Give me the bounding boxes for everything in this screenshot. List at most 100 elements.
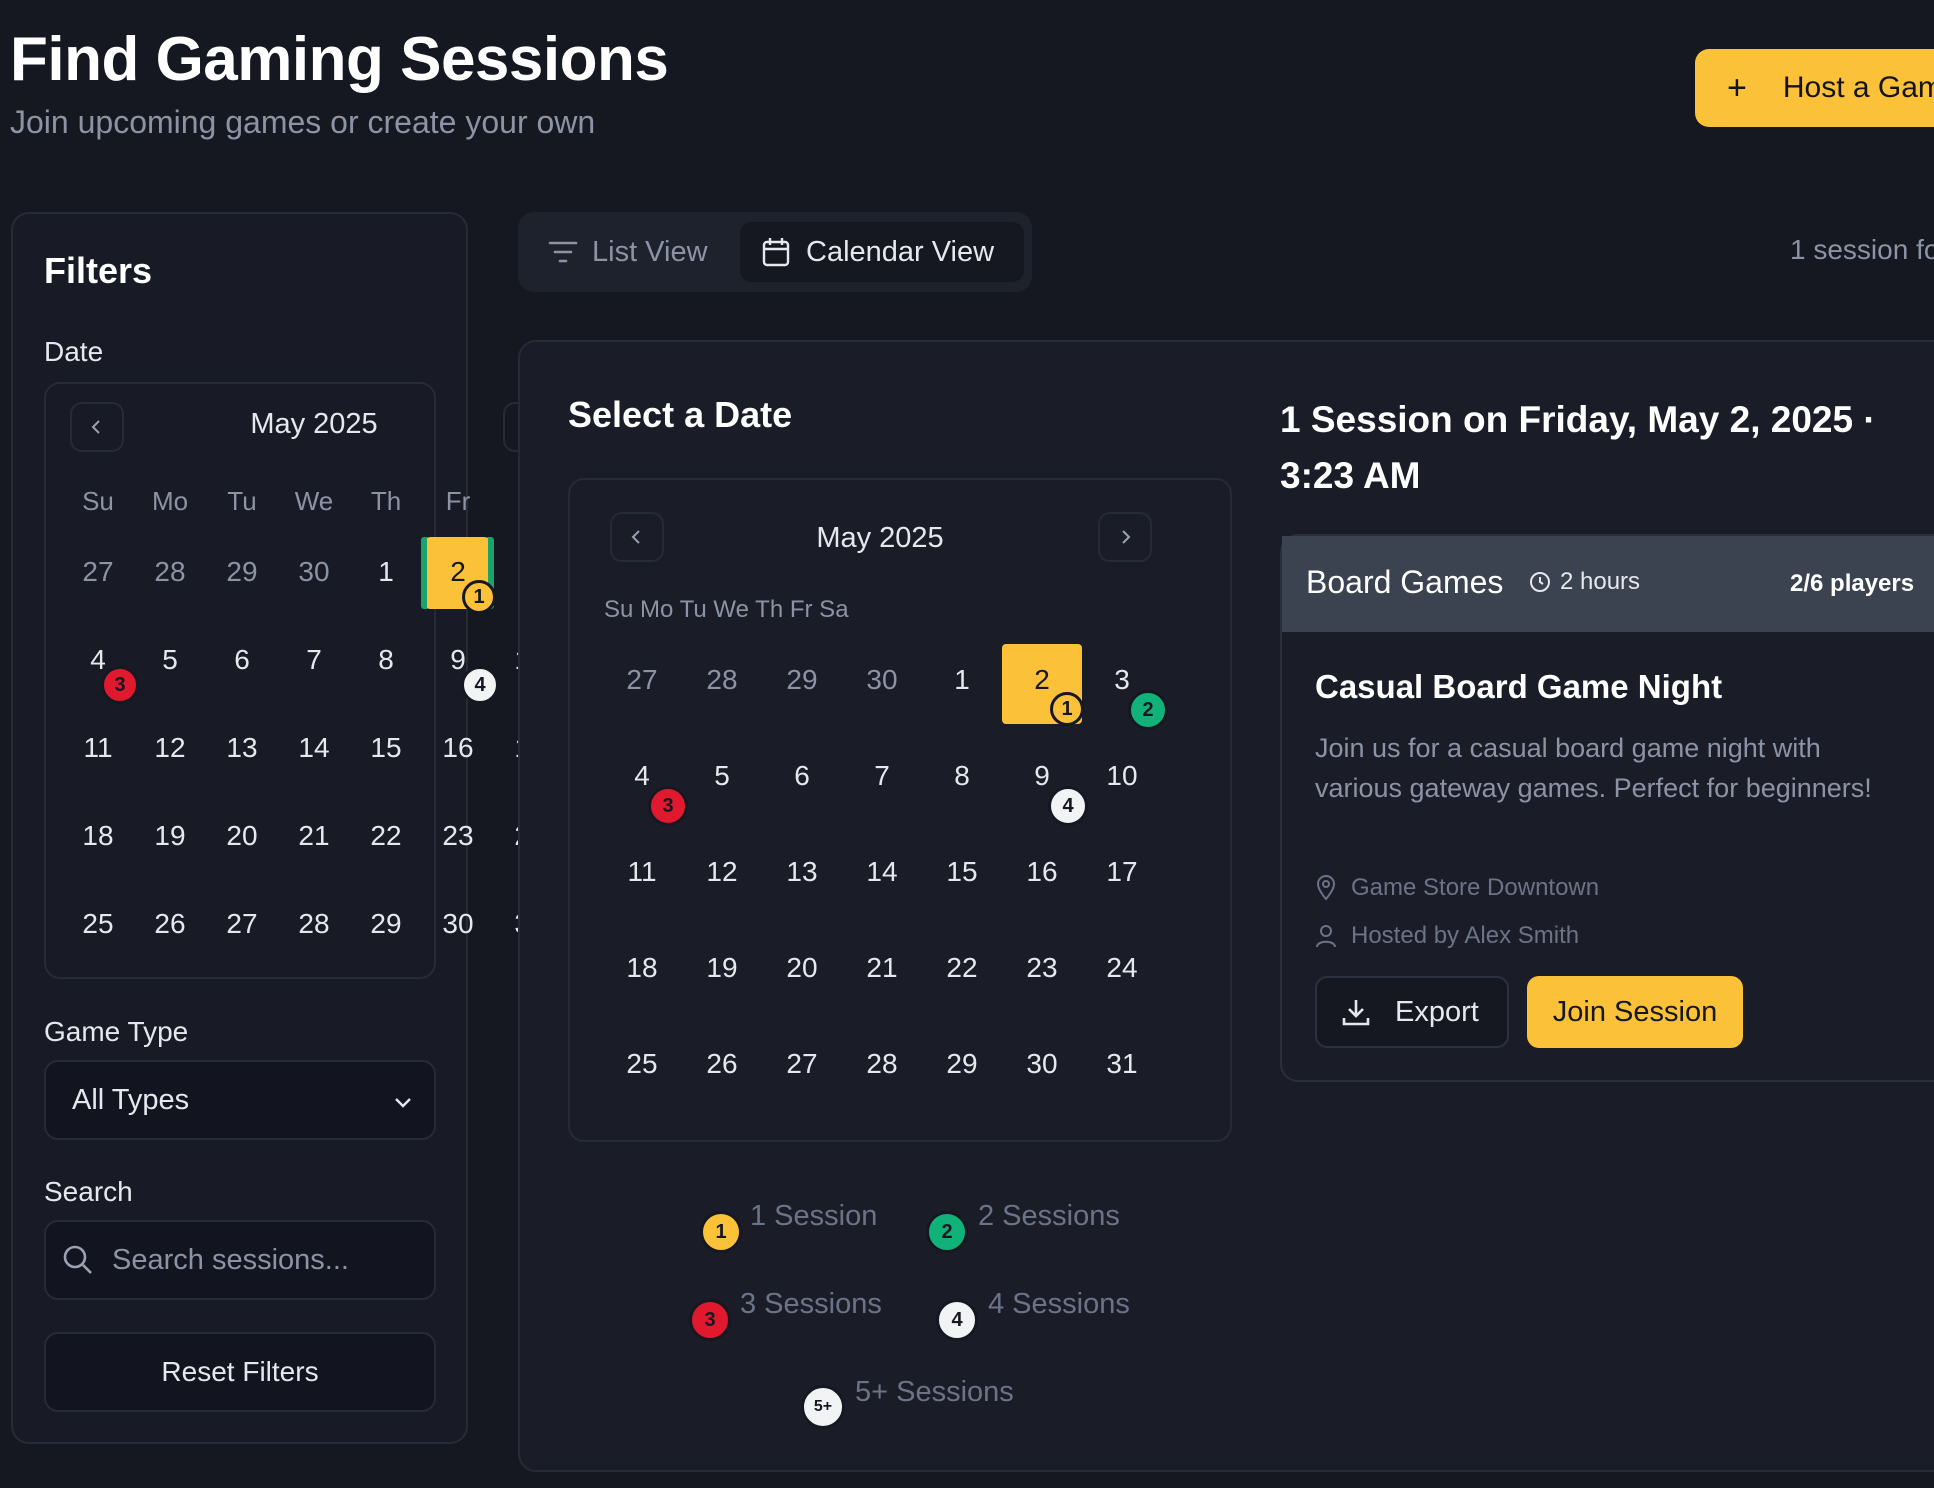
main-day-cell[interactable]: 27 [602,664,682,696]
main-day-cell[interactable]: 29 [922,1048,1002,1080]
main-day-cell[interactable]: 5 [682,760,762,792]
main-day-cell[interactable]: 30 [1002,1048,1082,1080]
main-day-cell[interactable]: 7 [842,760,922,792]
mini-day-cell[interactable]: 15 [356,732,416,764]
clock-icon [1530,572,1550,592]
game-type-select[interactable]: All Types [44,1060,436,1140]
main-day-cell[interactable]: 23 [1002,952,1082,984]
main-day-cell[interactable]: 13 [762,856,842,888]
main-day-cell[interactable]: 14 [842,856,922,888]
mini-badge-3-sessions: 3 [101,666,139,704]
mini-selected-day-edge [421,537,427,609]
main-day-cell[interactable]: 17 [1082,856,1162,888]
main-day-cell[interactable]: 30 [842,664,922,696]
legend-label-2: 2 Sessions [978,1200,1120,1232]
main-day-cell[interactable]: 24 [1082,952,1162,984]
map-pin-icon [1316,875,1336,901]
search-label: Search [44,1176,133,1207]
main-day-cell[interactable]: 28 [682,664,762,696]
main-day-cell[interactable]: 15 [922,856,1002,888]
mini-day-cell[interactable]: 30 [428,908,488,940]
main-day-cell[interactable]: 2 [1002,664,1082,696]
main-day-cell[interactable]: 27 [762,1048,842,1080]
mini-day-cell[interactable]: 13 [212,732,272,764]
date-label: Date [44,336,104,367]
session-players: 2/6 players [1790,570,1915,597]
mini-day-cell[interactable]: 7 [284,644,344,676]
mini-day-cell[interactable]: 28 [284,908,344,940]
main-next-month-button[interactable] [1098,512,1152,562]
mini-day-cell[interactable]: 25 [68,908,128,940]
main-day-cell[interactable]: 8 [922,760,1002,792]
main-day-cell[interactable]: 21 [842,952,922,984]
search-input[interactable]: Search sessions... [44,1220,436,1300]
mini-day-cell[interactable]: 22 [356,820,416,852]
mini-day-cell[interactable]: 27 [68,556,128,588]
main-day-cell[interactable]: 25 [602,1048,682,1080]
mini-day-cell[interactable]: 6 [212,644,272,676]
host-game-button[interactable]: + Host a Gam [1695,49,1934,127]
main-day-cell[interactable]: 10 [1082,760,1162,792]
mini-day-cell[interactable]: 28 [140,556,200,588]
mini-day-cell[interactable]: 30 [284,556,344,588]
main-day-cell[interactable]: 16 [1002,856,1082,888]
mini-day-cell[interactable]: 16 [428,732,488,764]
main-day-cell[interactable]: 28 [842,1048,922,1080]
main-day-cell[interactable]: 29 [762,664,842,696]
mini-day-cell[interactable]: 1 [356,556,416,588]
search-placeholder: Search sessions... [112,1243,349,1276]
mini-day-cell[interactable]: 26 [140,908,200,940]
search-icon [63,1245,92,1274]
tab-list-view[interactable]: List View [548,226,708,278]
sessions-heading: 1 Session on Friday, May 2, 2025 · 3:23 … [1280,399,1876,496]
legend-label-3: 3 Sessions [740,1288,882,1320]
page-subtitle: Join upcoming games or create your own [10,104,596,140]
main-day-cell[interactable]: 26 [682,1048,762,1080]
mini-day-cell[interactable]: 23 [428,820,488,852]
mini-day-cell[interactable]: 29 [356,908,416,940]
mini-day-cell[interactable]: 14 [284,732,344,764]
mini-day-cell[interactable]: 27 [212,908,272,940]
chevron-left-icon [91,420,100,434]
mini-weekday-4: Th [370,486,402,516]
game-type-value: All Types [72,1083,190,1116]
mini-day-cell[interactable]: 12 [140,732,200,764]
page-title: Find Gaming Sessions [10,25,669,94]
join-session-button[interactable]: Join Session [1527,976,1743,1048]
download-icon [1342,1000,1370,1026]
main-day-cell[interactable]: 20 [762,952,842,984]
mini-day-cell[interactable]: 19 [140,820,200,852]
tab-calendar-label: Calendar View [806,235,995,268]
main-day-cell[interactable]: 31 [1082,1048,1162,1080]
main-day-cell[interactable]: 18 [602,952,682,984]
legend-badge-2: 2 [926,1211,968,1253]
mini-weekday-5: Fr [445,486,471,516]
chevron-right-icon [1122,530,1131,544]
legend-badge-1: 1 [700,1211,742,1253]
legend-label-1: 1 Session [750,1200,878,1232]
session-category: Board Games [1306,564,1504,600]
mini-day-cell[interactable]: 11 [68,732,128,764]
mini-weekday-3: We [294,486,334,516]
export-button[interactable]: Export [1315,976,1509,1048]
reset-filters-button[interactable]: Reset Filters [44,1332,436,1412]
main-prev-month-button[interactable] [610,512,664,562]
mini-day-cell[interactable]: 29 [212,556,272,588]
mini-day-cell[interactable]: 8 [356,644,416,676]
mini-day-cell[interactable]: 21 [284,820,344,852]
main-weekday-header: Su Mo Tu We Th Fr Sa [604,596,849,623]
mini-day-cell[interactable]: 18 [68,820,128,852]
mini-prev-month-button[interactable] [70,402,124,452]
main-day-cell[interactable]: 22 [922,952,1002,984]
main-day-cell[interactable]: 19 [682,952,762,984]
main-day-cell[interactable]: 12 [682,856,762,888]
main-day-cell[interactable]: 11 [602,856,682,888]
tab-calendar-view[interactable]: Calendar View [740,222,1024,282]
mini-day-cell[interactable]: 20 [212,820,272,852]
mini-day-cell[interactable]: 5 [140,644,200,676]
main-badge-4-sessions: 4 [1048,786,1088,826]
main-day-cell[interactable]: 6 [762,760,842,792]
session-location: Game Store Downtown [1315,874,1599,902]
session-count: 1 session fo [1790,234,1934,265]
main-day-cell[interactable]: 1 [922,664,1002,696]
